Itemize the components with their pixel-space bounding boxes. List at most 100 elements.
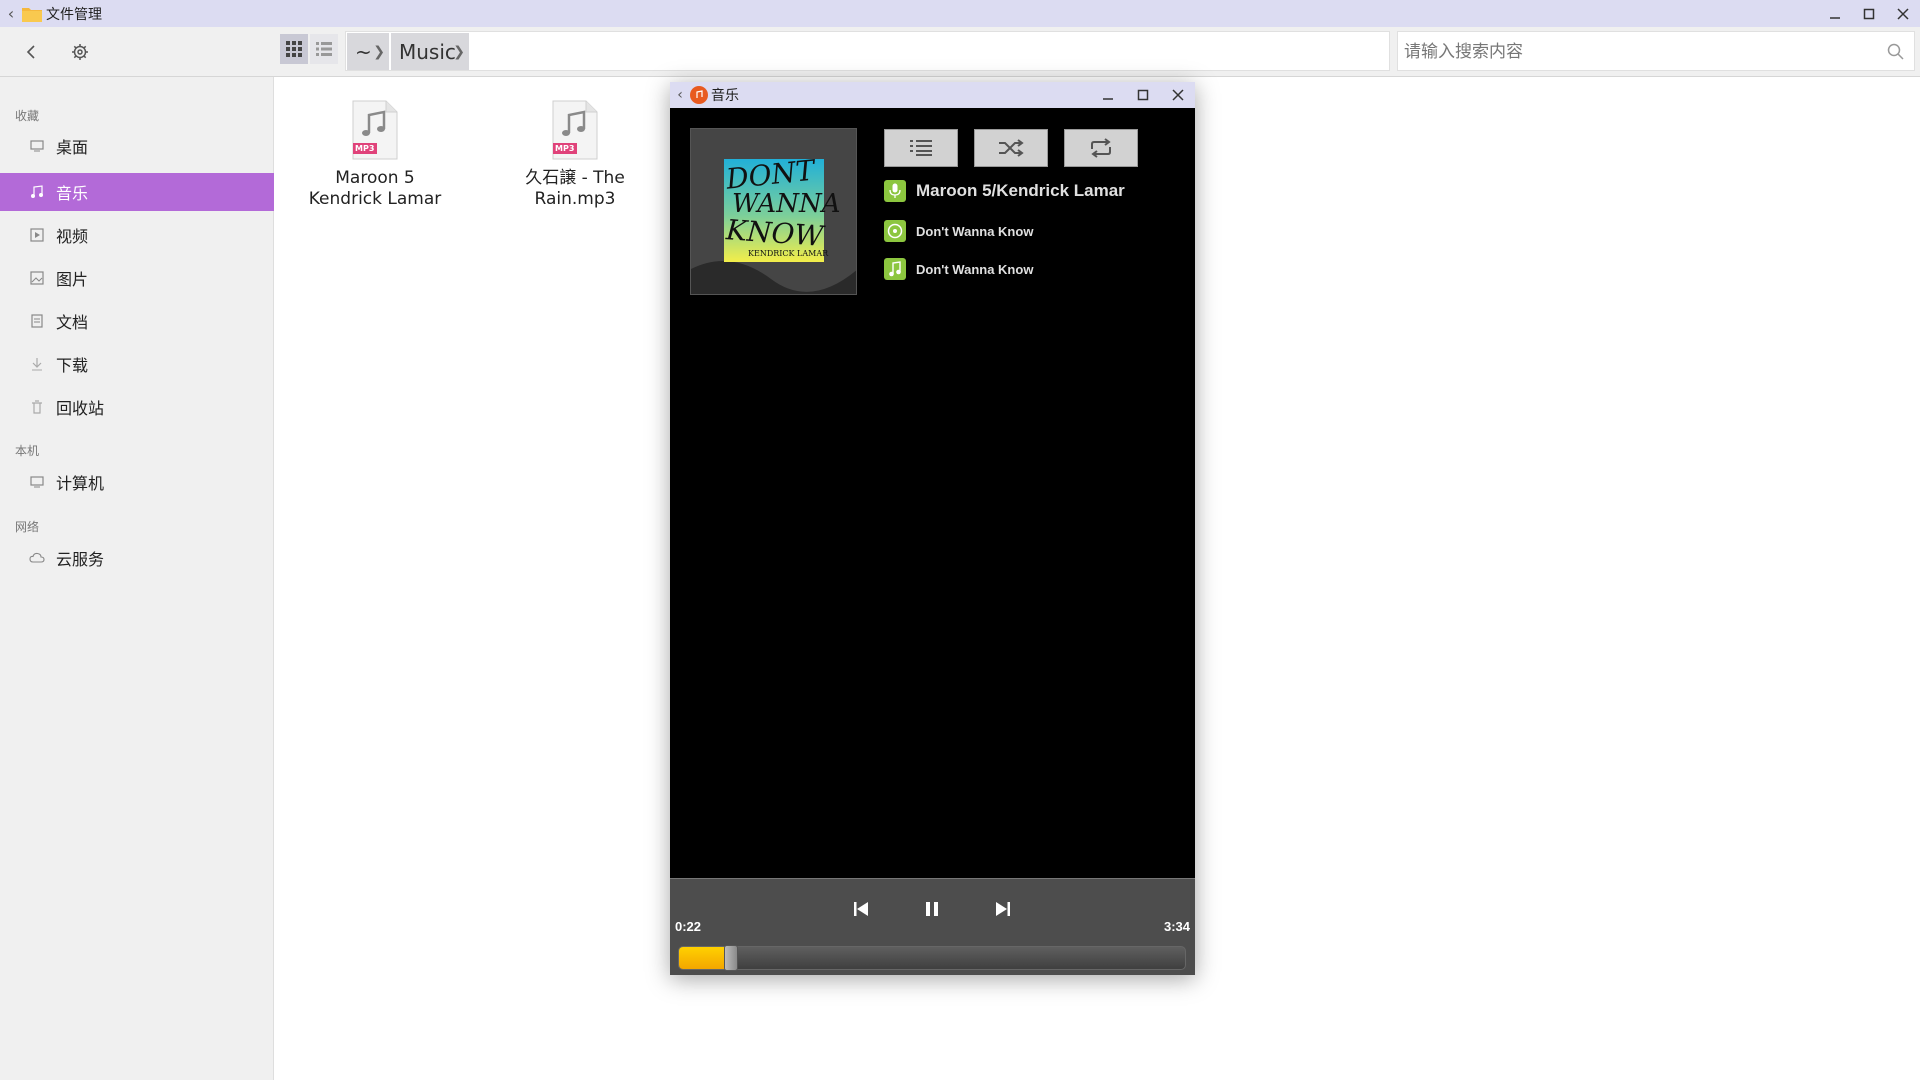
sidebar: 收藏 桌面 音乐 视频 图片 文档 下载 回收站 本机 计算机 网络 云服务 — [0, 77, 274, 1080]
pause-icon — [926, 902, 938, 916]
shuffle-icon — [999, 139, 1024, 157]
player-maximize-button[interactable] — [1125, 82, 1160, 108]
previous-button[interactable] — [848, 896, 874, 922]
file-name-line2: Rain.mp3 — [534, 189, 616, 209]
close-button[interactable] — [1886, 0, 1920, 27]
trash-icon — [29, 399, 45, 415]
sidebar-item-label: 回收站 — [56, 399, 105, 418]
disc-icon — [884, 220, 906, 242]
album-art-text-3: KNOW — [725, 213, 825, 253]
download-icon — [29, 356, 45, 372]
player-main: DONT WANNA KNOW KENDRICK LAMAR Maroon 5/… — [670, 108, 1195, 878]
back-button[interactable] — [18, 39, 44, 65]
player-close-button[interactable] — [1160, 82, 1195, 108]
file-manager-titlebar: ‹ 文件管理 — [0, 0, 1920, 27]
file-item[interactable]: MP3 Maroon 5 Kendrick Lamar — [290, 100, 460, 210]
player-minimize-button[interactable] — [1090, 82, 1125, 108]
search-input[interactable] — [1404, 36, 1864, 68]
track-name: Don't Wanna Know — [916, 261, 1034, 277]
sidebar-item-downloads[interactable]: 下载 — [0, 345, 274, 383]
back-arrow-icon — [26, 45, 35, 59]
list-view-button[interactable] — [310, 34, 338, 64]
sidebar-item-video[interactable]: 视频 — [0, 216, 274, 254]
sidebar-item-label: 音乐 — [56, 184, 89, 203]
mp3-file-icon: MP3 — [550, 100, 600, 160]
music-icon — [29, 184, 45, 200]
sidebar-item-label: 图片 — [56, 270, 89, 289]
shuffle-button[interactable] — [974, 129, 1048, 167]
repeat-button[interactable] — [1064, 129, 1138, 167]
search-icon[interactable] — [1886, 42, 1906, 62]
minimize-icon — [1102, 98, 1113, 100]
titlebar-back-icon[interactable]: ‹ — [0, 0, 22, 27]
playback-panel: 0:22 3:34 — [670, 878, 1195, 975]
progress-bar[interactable] — [678, 945, 1186, 971]
close-icon — [1171, 89, 1184, 101]
album-row: Don't Wanna Know — [884, 220, 1033, 242]
playlist-button[interactable] — [884, 129, 958, 167]
maximize-icon — [1137, 89, 1148, 101]
sidebar-item-images[interactable]: 图片 — [0, 259, 274, 297]
sidebar-item-trash[interactable]: 回收站 — [0, 388, 274, 426]
pause-button[interactable] — [919, 896, 945, 922]
artist-row: Maroon 5/Kendrick Lamar — [884, 180, 1125, 202]
progress-thumb[interactable] — [724, 945, 738, 971]
track-row: Don't Wanna Know — [884, 258, 1033, 280]
computer-icon — [29, 474, 45, 490]
skip-previous-icon — [854, 902, 868, 916]
sidebar-heading-favorites: 收藏 — [15, 109, 40, 123]
sidebar-heading-network: 网络 — [15, 520, 40, 534]
grid-view-button[interactable] — [280, 34, 308, 64]
file-manager-toolbar: ~ ❯ Music ❯ — [0, 27, 1920, 77]
sidebar-heading-local: 本机 — [15, 444, 40, 458]
document-icon — [29, 313, 45, 329]
file-name-line1: Maroon 5 — [335, 168, 415, 188]
file-name: Maroon 5 Kendrick Lamar — [290, 168, 460, 210]
path-bar[interactable]: ~ ❯ Music ❯ — [345, 31, 1390, 71]
maximize-icon — [1863, 8, 1875, 19]
sidebar-item-label: 下载 — [56, 356, 89, 375]
window-title: 文件管理 — [46, 6, 102, 23]
music-note-icon — [884, 258, 906, 280]
player-back-icon[interactable]: ‹ — [670, 87, 690, 103]
mp3-badge: MP3 — [355, 144, 375, 153]
close-icon — [1897, 7, 1909, 20]
sidebar-item-documents[interactable]: 文档 — [0, 302, 274, 340]
settings-button[interactable] — [67, 39, 93, 65]
mp3-file-icon: MP3 — [350, 100, 400, 160]
next-button[interactable] — [990, 896, 1016, 922]
album-name: Don't Wanna Know — [916, 223, 1034, 239]
sidebar-item-desktop[interactable]: 桌面 — [0, 127, 274, 165]
gear-icon — [72, 44, 88, 60]
file-name-line2: Kendrick Lamar — [308, 189, 442, 209]
current-time: 0:22 — [675, 919, 702, 934]
sidebar-item-label: 文档 — [56, 313, 89, 332]
music-player-titlebar[interactable]: ‹ 音乐 — [670, 82, 1195, 108]
minimize-button[interactable] — [1818, 0, 1852, 27]
file-name: 久石譲 - The Rain.mp3 — [490, 168, 660, 210]
grid-icon — [286, 41, 302, 57]
file-name-line1: 久石譲 - The — [525, 168, 625, 188]
sidebar-item-label: 计算机 — [56, 474, 105, 493]
playlist-icon — [910, 140, 932, 156]
sidebar-item-label: 桌面 — [56, 138, 89, 157]
breadcrumb-home[interactable]: ~ ❯ — [347, 33, 389, 70]
maximize-button[interactable] — [1852, 0, 1886, 27]
image-icon — [29, 270, 45, 286]
album-art: DONT WANNA KNOW KENDRICK LAMAR — [690, 128, 857, 295]
player-title: 音乐 — [711, 88, 739, 104]
video-icon — [29, 227, 45, 243]
total-time: 3:34 — [1163, 919, 1190, 934]
breadcrumb-home-label: ~ — [355, 39, 372, 64]
sidebar-item-computer[interactable]: 计算机 — [0, 463, 274, 501]
file-item[interactable]: MP3 久石譲 - The Rain.mp3 — [490, 100, 660, 210]
list-icon — [316, 42, 332, 56]
breadcrumb-music[interactable]: Music ❯ — [391, 33, 469, 70]
breadcrumb-music-label: Music — [399, 39, 456, 64]
desktop-icon — [29, 138, 45, 154]
sidebar-item-music[interactable]: 音乐 — [0, 173, 274, 211]
sidebar-item-cloud[interactable]: 云服务 — [0, 539, 274, 577]
minimize-icon — [1830, 16, 1840, 19]
sidebar-item-label: 云服务 — [56, 550, 105, 569]
folder-icon — [22, 7, 42, 22]
